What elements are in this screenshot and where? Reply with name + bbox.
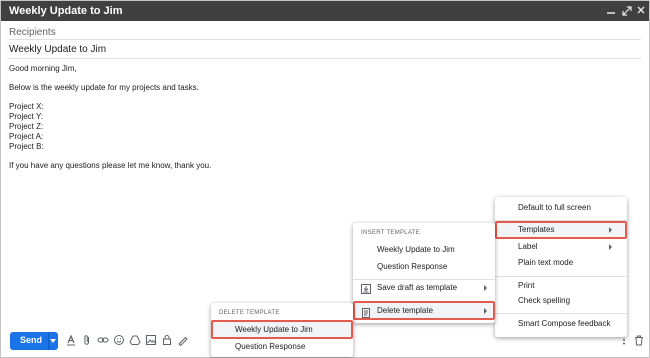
menu-item-templates[interactable]: Templates (495, 221, 627, 239)
delete-template-item[interactable]: Weekly Update to Jim (211, 320, 353, 339)
emoji-icon[interactable] (113, 334, 125, 346)
body-line: Good morning Jim, (9, 64, 77, 73)
formatting-icon[interactable] (65, 334, 77, 346)
delete-template-header: DELETE TEMPLATE (219, 310, 280, 316)
body-line: Project Y: (9, 112, 44, 121)
menu-item-label: Check spelling (518, 296, 571, 305)
confidential-icon[interactable] (161, 334, 173, 346)
save-template-icon (361, 283, 371, 294)
link-icon[interactable] (97, 334, 109, 346)
send-options-chevron-icon[interactable] (50, 339, 56, 343)
menu-item-label: Question Response (235, 342, 306, 351)
menu-item-label: Save draft as template (377, 283, 458, 292)
menu-item-smart-compose-feedback[interactable]: Smart Compose feedback (495, 315, 627, 333)
menu-item-label: Weekly Update to Jim (235, 325, 313, 334)
body-line: Project B: (9, 142, 44, 151)
menu-item-delete-template[interactable]: Delete template (353, 301, 495, 320)
send-button-label: Send (20, 335, 43, 345)
recipients-field[interactable]: Recipients (9, 27, 56, 38)
divider (9, 58, 641, 59)
body-line: Below is the weekly update for my projec… (9, 83, 199, 92)
body-line: Project X: (9, 102, 44, 111)
compose-window: Weekly Update to Jim Recipients Weekly U… (0, 0, 650, 358)
trash-icon[interactable] (633, 334, 645, 346)
body-line: Project Z: (9, 122, 44, 131)
compose-titlebar[interactable]: Weekly Update to Jim (1, 1, 649, 21)
submenu-arrow-icon (609, 227, 612, 233)
menu-item-label: Templates (518, 225, 555, 234)
delete-template-icon (361, 305, 371, 318)
menu-item-label: Smart Compose feedback (518, 319, 611, 328)
menu-item-label: Question Response (377, 262, 448, 271)
body-line: Project A: (9, 132, 44, 141)
photo-icon[interactable] (145, 334, 157, 346)
menu-item-label: Plain text mode (518, 258, 574, 267)
submenu-arrow-icon (609, 244, 612, 250)
menu-item-default-full-screen[interactable]: Default to full screen (495, 199, 627, 217)
minimize-icon[interactable] (605, 3, 617, 17)
insert-template-item[interactable]: Question Response (353, 258, 495, 276)
close-icon[interactable] (635, 3, 647, 17)
subject-field[interactable]: Weekly Update to Jim (9, 44, 106, 55)
delete-template-menu: DELETE TEMPLATE Weekly Update to Jim Que… (211, 303, 353, 357)
menu-item-plain-text-mode[interactable]: Plain text mode (495, 254, 627, 272)
attach-icon[interactable] (81, 334, 93, 346)
menu-item-label: Delete template (377, 306, 434, 315)
divider (9, 39, 641, 40)
insert-template-item[interactable]: Weekly Update to Jim (353, 241, 495, 259)
send-split-divider (48, 332, 49, 350)
body-line: If you have any questions please let me … (9, 161, 212, 170)
menu-item-save-draft-as-template[interactable]: Save draft as template (353, 279, 495, 297)
more-options-menu: Default to full screen Templates Label P… (495, 197, 627, 337)
drive-icon[interactable] (129, 334, 141, 346)
menu-item-label: Weekly Update to Jim (377, 245, 455, 254)
insert-template-header: INSERT TEMPLATE (361, 230, 421, 236)
menu-item-check-spelling[interactable]: Check spelling (495, 292, 627, 310)
menu-item-label: Default to full screen (518, 203, 591, 212)
delete-template-item[interactable]: Question Response (211, 338, 353, 356)
submenu-arrow-icon (484, 308, 487, 314)
send-button[interactable]: Send (10, 332, 58, 350)
signature-icon[interactable] (177, 334, 189, 346)
submenu-arrow-icon (484, 285, 487, 291)
menu-separator (495, 313, 627, 314)
compose-title: Weekly Update to Jim (9, 5, 123, 17)
templates-menu: INSERT TEMPLATE Weekly Update to Jim Que… (353, 223, 495, 323)
expand-icon[interactable] (621, 3, 633, 17)
